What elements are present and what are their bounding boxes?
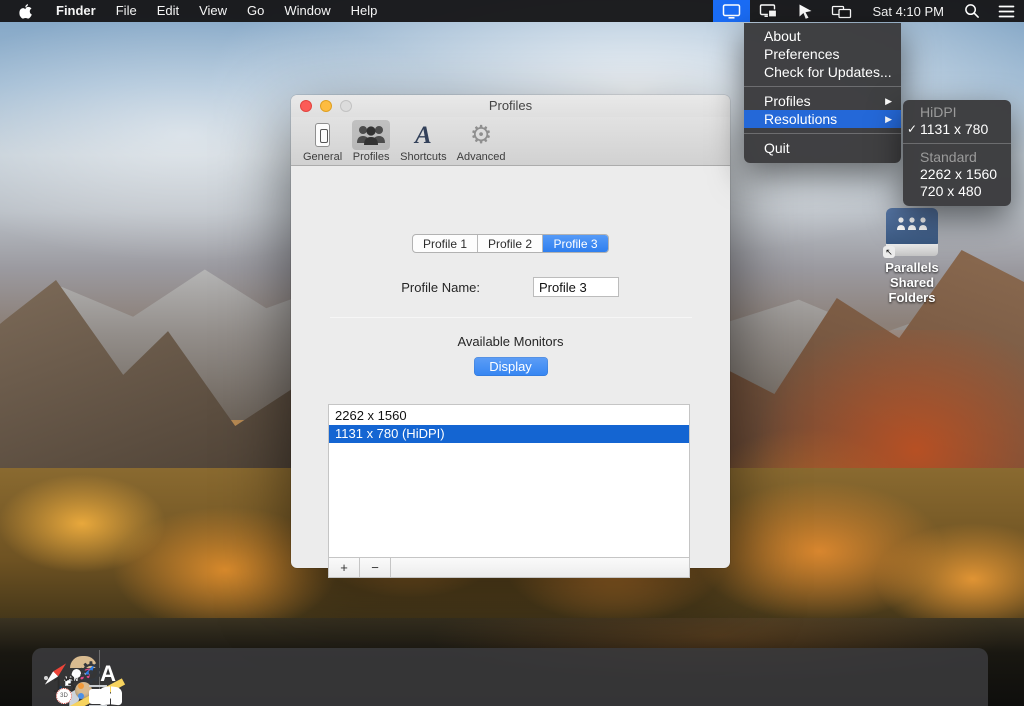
people-icon xyxy=(895,216,929,236)
dock: JAN 13 3D ••• ♫ ⚙ xyxy=(32,648,988,706)
profile-tabs: Profile 1 Profile 2 Profile 3 xyxy=(412,234,609,253)
menubar-item-window[interactable]: Window xyxy=(274,0,340,22)
display-overlay-icon xyxy=(759,3,778,20)
tab-profile-1[interactable]: Profile 1 xyxy=(413,235,478,252)
toolbar-advanced[interactable]: ⚙ Advanced xyxy=(454,119,509,164)
spotlight-button[interactable] xyxy=(955,0,989,22)
submenu-arrow-icon: ▶ xyxy=(885,92,892,110)
search-icon xyxy=(964,3,980,19)
window-toolbar: General Profiles A xyxy=(291,117,730,166)
alias-arrow-icon: ↖ xyxy=(883,246,895,258)
letter-a-icon: A xyxy=(415,123,432,148)
apple-icon xyxy=(19,3,32,19)
minimize-button[interactable] xyxy=(320,100,332,112)
menubar-item-go[interactable]: Go xyxy=(237,0,274,22)
menubar-item-file[interactable]: File xyxy=(106,0,147,22)
notification-center-button[interactable] xyxy=(989,0,1024,22)
menu-item-profiles[interactable]: Profiles ▶ xyxy=(744,92,901,110)
menubar-item-view[interactable]: View xyxy=(189,0,237,22)
menu-separator xyxy=(744,133,901,134)
apple-menu[interactable] xyxy=(0,3,46,19)
switch-icon xyxy=(315,123,330,147)
horizontal-separator xyxy=(330,317,692,318)
gear-icon: ⚙ xyxy=(470,123,492,148)
status-parallels-cursor[interactable] xyxy=(787,0,822,22)
menu-item-about[interactable]: About xyxy=(744,27,901,45)
window-titlebar[interactable]: Profiles xyxy=(291,95,730,117)
submenu-item-2262x1560[interactable]: 2262 x 1560 xyxy=(903,166,1011,183)
desktop-icon-parallels-shared-folders[interactable]: ↖ Parallels Shared Folders xyxy=(866,208,958,306)
people-icon xyxy=(355,122,387,148)
list-lines-icon xyxy=(998,4,1015,19)
monitor-list-item-2262x1560[interactable]: 2262 x 1560 xyxy=(329,407,689,425)
checkmark-icon: ✓ xyxy=(907,121,917,138)
submenu-item-720x480[interactable]: 720 x 480 xyxy=(903,183,1011,200)
display-icon xyxy=(722,3,741,20)
zoom-button-disabled xyxy=(340,100,352,112)
desktop-icon-label: Parallels Shared Folders xyxy=(866,261,958,306)
menubar-item-edit[interactable]: Edit xyxy=(147,0,189,22)
menu-item-preferences[interactable]: Preferences xyxy=(744,45,901,63)
available-monitors-label: Available Monitors xyxy=(291,334,730,349)
status-display-menu-open[interactable] xyxy=(713,0,750,22)
status-dropdown-menu: About Preferences Check for Updates... P… xyxy=(744,23,901,163)
remove-monitor-button[interactable]: − xyxy=(360,558,391,577)
menu-separator xyxy=(744,86,901,87)
window-content: Profile 1 Profile 2 Profile 3 Profile Na… xyxy=(291,166,730,566)
menu-bar: Finder File Edit View Go Window Help xyxy=(0,0,1024,22)
profile-name-input[interactable] xyxy=(533,277,619,297)
display-button[interactable]: Display xyxy=(474,357,548,376)
tab-profile-3[interactable]: Profile 3 xyxy=(543,235,608,252)
monitor-list: 2262 x 1560 1131 x 780 (HiDPI) xyxy=(328,404,690,558)
status-dual-displays[interactable] xyxy=(822,0,861,22)
toolbar-profiles[interactable]: Profiles xyxy=(349,119,393,164)
menu-item-resolutions[interactable]: Resolutions ▶ xyxy=(744,110,901,128)
close-button[interactable] xyxy=(300,100,312,112)
add-monitor-button[interactable]: + xyxy=(329,558,360,577)
window-title: Profiles xyxy=(489,98,532,113)
monitor-list-item-1131x780-selected[interactable]: 1131 x 780 (HiDPI) xyxy=(329,425,689,443)
menu-item-quit[interactable]: Quit xyxy=(744,139,901,157)
profile-name-label: Profile Name: xyxy=(291,280,480,295)
cursor-arrow-icon xyxy=(796,3,813,20)
menu-separator xyxy=(903,143,1011,144)
dual-display-icon xyxy=(831,3,852,20)
submenu-item-1131x780[interactable]: ✓ 1131 x 780 xyxy=(903,121,1011,138)
submenu-header-standard: Standard xyxy=(903,149,1011,166)
list-button-bar: + − xyxy=(328,558,690,578)
tab-profile-2[interactable]: Profile 2 xyxy=(478,235,543,252)
menubar-clock[interactable]: Sat 4:10 PM xyxy=(861,4,955,19)
resolutions-submenu: HiDPI ✓ 1131 x 780 Standard 2262 x 1560 … xyxy=(903,100,1011,206)
shared-drive-icon: ↖ xyxy=(886,208,938,256)
submenu-arrow-icon: ▶ xyxy=(885,110,892,128)
submenu-header-hidpi: HiDPI xyxy=(903,104,1011,121)
status-shared-display[interactable] xyxy=(750,0,787,22)
menu-item-check-for-updates[interactable]: Check for Updates... xyxy=(744,63,901,81)
toolbar-shortcuts[interactable]: A Shortcuts xyxy=(397,119,449,164)
menubar-item-help[interactable]: Help xyxy=(341,0,388,22)
profiles-window: Profiles General xyxy=(291,95,730,568)
toolbar-general[interactable]: General xyxy=(300,119,345,164)
menubar-app-name[interactable]: Finder xyxy=(46,0,106,22)
